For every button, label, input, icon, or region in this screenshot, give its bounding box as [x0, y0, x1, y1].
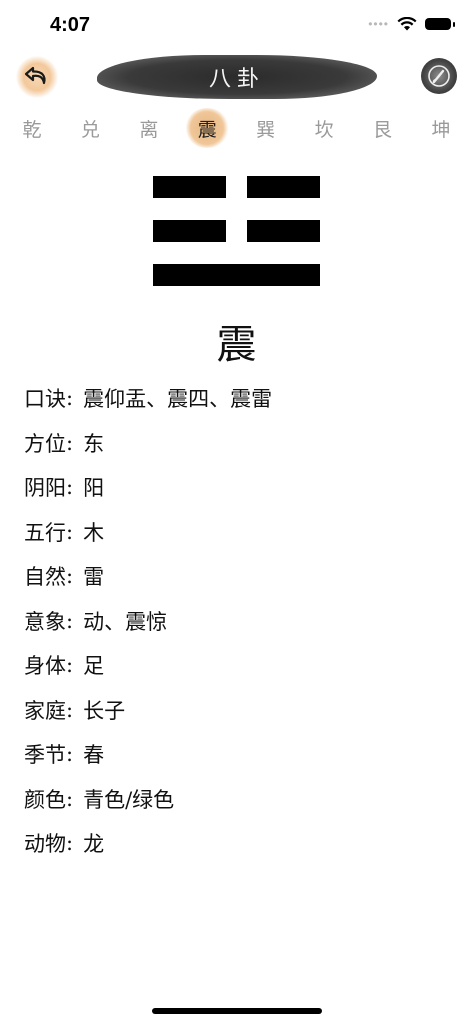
property-separator: :	[66, 697, 74, 722]
property-value: 春	[83, 743, 105, 768]
line-segment	[247, 220, 320, 242]
property-row: 意象: 动、震惊	[24, 599, 454, 644]
back-button[interactable]	[16, 56, 58, 98]
wifi-icon	[397, 17, 417, 31]
tab-gen[interactable]: 艮	[361, 108, 405, 148]
trigram-tabs: 乾 兑 离 震 巽 坎 艮 坤	[10, 108, 463, 148]
property-separator: :	[66, 653, 74, 678]
trigram-symbol	[153, 176, 320, 286]
status-time: 4:07	[50, 14, 91, 36]
screen: 4:07 •••• 八卦 乾 兑 离 震 巽 坎 艮 坤 震 口诀: 震仰盂、…	[0, 0, 473, 1024]
line-segment	[153, 220, 226, 242]
broken-line	[153, 176, 320, 198]
property-value: 长子	[83, 698, 126, 723]
broken-line	[153, 220, 320, 242]
signal-icon: ••••	[368, 17, 389, 31]
trigram-name: 震	[216, 322, 257, 368]
tab-kan[interactable]: 坎	[302, 108, 346, 148]
line-segment	[247, 176, 320, 198]
property-separator: :	[66, 564, 74, 589]
property-separator: :	[66, 786, 74, 811]
property-separator: :	[66, 519, 74, 544]
tab-zhen[interactable]: 震	[185, 108, 230, 148]
line-segment	[153, 264, 320, 286]
tab-kun[interactable]: 坤	[419, 108, 463, 148]
property-label: 阴阳	[24, 476, 66, 501]
brush-button[interactable]	[421, 58, 457, 94]
property-row: 颜色: 青色/绿色	[24, 777, 454, 822]
brush-icon	[428, 65, 450, 87]
property-value: 足	[83, 654, 105, 679]
property-list: 口诀: 震仰盂、震四、震雷 方位: 东阴阳: 阳五行: 木自然: 雷意象: 动、震惊 身体: 足家…	[24, 376, 454, 866]
property-row: 家庭: 长子	[24, 688, 454, 733]
property-label: 方位	[24, 431, 66, 456]
property-label: 意象	[24, 609, 66, 634]
line-segment	[153, 176, 226, 198]
property-value: 龙	[83, 832, 105, 857]
property-label: 身体	[24, 654, 66, 679]
battery-icon	[425, 18, 455, 30]
property-value: 木	[83, 520, 105, 545]
property-label: 动物	[24, 832, 66, 857]
header: 八卦	[0, 52, 473, 102]
property-value: 东	[83, 431, 105, 456]
property-value: 雷	[83, 565, 105, 590]
property-row: 方位: 东	[24, 421, 454, 466]
property-value: 动、震惊	[83, 609, 168, 634]
property-label: 五行	[24, 520, 66, 545]
property-separator: :	[66, 831, 74, 856]
property-value: 震仰盂、震四、震雷	[83, 387, 273, 412]
property-separator: :	[66, 430, 74, 455]
property-value: 青色/绿色	[83, 787, 175, 812]
property-row: 动物: 龙	[24, 821, 454, 866]
property-label: 颜色	[24, 787, 66, 812]
back-arrow-icon	[24, 66, 46, 85]
title-banner: 八卦	[97, 55, 377, 99]
property-label: 自然	[24, 565, 66, 590]
property-row: 自然: 雷	[24, 554, 454, 599]
property-row: 口诀: 震仰盂、震四、震雷	[24, 376, 454, 421]
property-separator: :	[66, 608, 74, 633]
property-row: 五行: 木	[24, 510, 454, 555]
property-row: 季节: 春	[24, 732, 454, 777]
tab-li[interactable]: 离	[127, 108, 171, 148]
property-row: 阴阳: 阳	[24, 465, 454, 510]
home-indicator[interactable]	[152, 1008, 322, 1014]
property-separator: :	[66, 742, 74, 767]
property-label: 家庭	[24, 698, 66, 723]
property-label: 口诀	[24, 387, 66, 412]
page-title: 八卦	[208, 67, 265, 92]
status-icons: ••••	[368, 17, 455, 31]
tab-dui[interactable]: 兑	[68, 108, 112, 148]
property-separator: :	[66, 475, 74, 500]
property-separator: :	[66, 386, 74, 411]
tab-xun[interactable]: 巽	[244, 108, 288, 148]
tab-qian[interactable]: 乾	[10, 108, 54, 148]
property-row: 身体: 足	[24, 643, 454, 688]
property-label: 季节	[24, 743, 66, 768]
solid-line	[153, 264, 320, 286]
property-value: 阳	[83, 476, 105, 501]
status-bar: 4:07 ••••	[0, 0, 473, 54]
